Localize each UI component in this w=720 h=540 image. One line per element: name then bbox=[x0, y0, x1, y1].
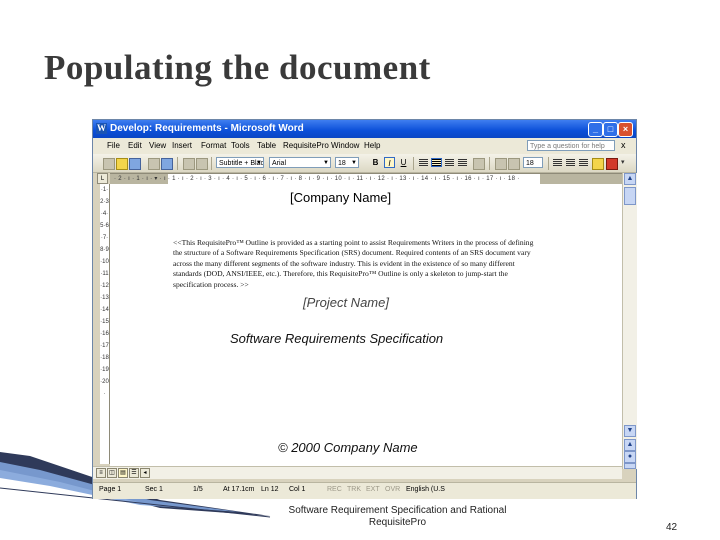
vertical-scrollbar[interactable]: ▲ ▼ ▲ ● bbox=[622, 173, 637, 469]
align-center-icon[interactable] bbox=[431, 158, 442, 167]
status-at: At 17.1cm bbox=[223, 486, 255, 493]
font-color-icon[interactable] bbox=[606, 158, 618, 170]
word-icon: W bbox=[96, 123, 107, 134]
print-icon[interactable] bbox=[148, 158, 160, 170]
menu-insert[interactable]: Insert bbox=[172, 141, 192, 150]
project-name[interactable]: [Project Name] bbox=[303, 295, 389, 310]
intro-paragraph[interactable]: <<This RequisitePro™ Outline is provided… bbox=[173, 238, 538, 290]
menu-format[interactable]: Format bbox=[201, 141, 226, 150]
status-column: Col 1 bbox=[289, 486, 306, 493]
status-line: Ln 12 bbox=[261, 486, 279, 493]
status-section: Sec 1 bbox=[145, 486, 163, 493]
slide-page-number: 42 bbox=[666, 522, 678, 533]
status-trk[interactable]: TRK bbox=[347, 486, 361, 493]
style-combo[interactable]: Subtitle + Blac ▼ bbox=[216, 157, 264, 168]
word-window: W Develop: Requirements - Microsoft Word… bbox=[93, 120, 637, 499]
normal-view-icon[interactable]: ≡ bbox=[96, 468, 106, 478]
vertical-ruler-ticks: ·1·2·3·4·5·6·7·8·9·10·11·12·13·14·15·16·… bbox=[100, 187, 109, 397]
scroll-down-icon[interactable]: ▼ bbox=[624, 425, 636, 437]
menu-window[interactable]: Window bbox=[331, 141, 359, 150]
tab-selector-icon[interactable]: L bbox=[97, 173, 108, 184]
table-icon[interactable] bbox=[196, 158, 208, 170]
vertical-ruler[interactable]: ·1·2·3·4·5·6·7·8·9·10·11·12·13·14·15·16·… bbox=[100, 184, 110, 464]
align-right-icon[interactable] bbox=[445, 159, 454, 166]
status-ext[interactable]: EXT bbox=[366, 486, 380, 493]
document-title[interactable]: Software Requirements Specification bbox=[230, 331, 443, 346]
menu-table[interactable]: Table bbox=[257, 141, 276, 150]
status-ovr[interactable]: OVR bbox=[385, 486, 400, 493]
previous-page-icon[interactable]: ▲ bbox=[624, 439, 636, 451]
italic-button[interactable]: I bbox=[384, 157, 395, 168]
status-bar: Page 1 Sec 1 1/5 At 17.1cm Ln 12 Col 1 R… bbox=[93, 482, 636, 499]
font-combo[interactable]: Arial ▼ bbox=[269, 157, 331, 168]
columns-icon[interactable] bbox=[508, 158, 520, 170]
document-close-icon[interactable]: x bbox=[621, 140, 626, 150]
toolbar-options-icon[interactable]: ▾ bbox=[621, 157, 625, 169]
slide-title: Populating the document bbox=[44, 48, 431, 87]
toolbar: Subtitle + Blac ▼ Arial ▼ 18 ▼ B I U 18 ▾ bbox=[93, 154, 636, 173]
chevron-down-icon: ▼ bbox=[351, 160, 357, 166]
highlight-icon[interactable] bbox=[592, 158, 604, 170]
menu-requisitepro[interactable]: RequisitePro bbox=[283, 141, 329, 150]
align-left-icon[interactable] bbox=[419, 159, 428, 166]
maximize-icon[interactable]: □ bbox=[603, 122, 618, 137]
chevron-down-icon: ▼ bbox=[256, 160, 262, 166]
print-layout-icon[interactable]: ▤ bbox=[118, 468, 128, 478]
line-spacing-icon[interactable] bbox=[473, 158, 485, 170]
zoom-combo[interactable]: 18 bbox=[523, 157, 543, 168]
ruler-right-margin bbox=[540, 174, 622, 184]
save-icon[interactable] bbox=[129, 158, 141, 170]
indent-icon[interactable] bbox=[579, 159, 588, 166]
web-layout-icon[interactable]: ◫ bbox=[107, 468, 117, 478]
window-title: Develop: Requirements - Microsoft Word bbox=[110, 123, 304, 134]
menu-tools[interactable]: Tools bbox=[231, 141, 250, 150]
font-value: Arial bbox=[272, 160, 287, 167]
format-painter-icon[interactable] bbox=[183, 158, 195, 170]
new-document-icon[interactable] bbox=[103, 158, 115, 170]
chevron-down-icon: ▼ bbox=[323, 160, 329, 166]
next-page-icon[interactable] bbox=[624, 463, 636, 469]
status-language: English (U.S bbox=[406, 486, 445, 493]
menu-bar: File Edit View Insert Format Tools Table… bbox=[93, 138, 636, 154]
menu-help[interactable]: Help bbox=[364, 141, 380, 150]
font-size-value: 18 bbox=[338, 160, 346, 167]
slide-footer: Software Requirement Specification and R… bbox=[288, 505, 507, 528]
table-grid-icon[interactable] bbox=[495, 158, 507, 170]
justify-icon[interactable] bbox=[458, 159, 467, 166]
bullets-icon[interactable] bbox=[566, 159, 575, 166]
zoom-value: 18 bbox=[526, 160, 534, 167]
status-page-of: 1/5 bbox=[193, 486, 203, 493]
help-search-input[interactable]: Type a question for help bbox=[527, 140, 615, 151]
outline-view-icon[interactable]: ☰ bbox=[129, 468, 139, 478]
menu-edit[interactable]: Edit bbox=[128, 141, 142, 150]
status-rec[interactable]: REC bbox=[327, 486, 342, 493]
document-page[interactable]: [Company Name] <<This RequisitePro™ Outl… bbox=[110, 184, 622, 466]
menu-file[interactable]: File bbox=[107, 141, 120, 150]
select-browse-object-icon[interactable]: ● bbox=[624, 451, 636, 463]
close-icon[interactable]: × bbox=[618, 122, 633, 137]
scroll-thumb[interactable] bbox=[624, 187, 636, 205]
horizontal-scrollbar[interactable]: ≡ ◫ ▤ ☰ ◂ bbox=[93, 466, 622, 479]
undo-icon[interactable] bbox=[161, 158, 173, 170]
copyright-line[interactable]: © 2000 Company Name bbox=[278, 440, 418, 455]
numbering-icon[interactable] bbox=[553, 159, 562, 166]
bold-button[interactable]: B bbox=[370, 157, 381, 168]
status-page: Page 1 bbox=[99, 486, 122, 493]
menu-view[interactable]: View bbox=[149, 141, 166, 150]
window-titlebar[interactable]: W Develop: Requirements - Microsoft Word… bbox=[93, 120, 636, 138]
font-size-combo[interactable]: 18 ▼ bbox=[335, 157, 359, 168]
scroll-left-icon[interactable]: ◂ bbox=[140, 468, 150, 478]
minimize-icon[interactable]: _ bbox=[588, 122, 603, 137]
company-name[interactable]: [Company Name] bbox=[290, 190, 391, 205]
scroll-up-icon[interactable]: ▲ bbox=[624, 173, 636, 185]
ruler-ticks: · 2 · ı · 1 · ı · ▾ · ı · 1 · ı · 2 · ı … bbox=[114, 176, 520, 182]
underline-button[interactable]: U bbox=[398, 157, 409, 168]
open-folder-icon[interactable] bbox=[116, 158, 128, 170]
